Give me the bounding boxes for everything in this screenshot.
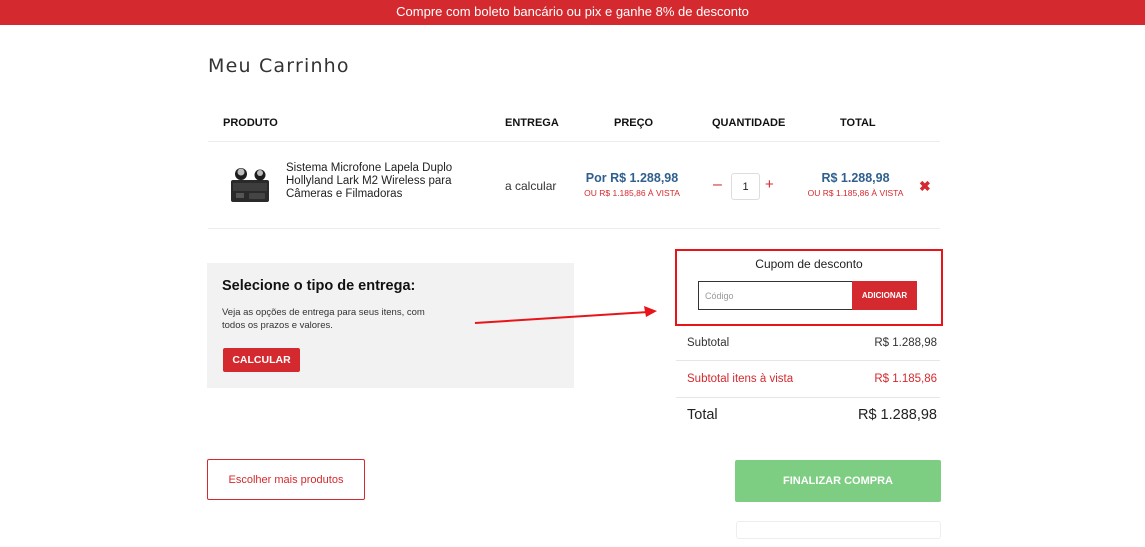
summary-divider (676, 360, 940, 361)
annotation-arrow-icon (474, 306, 657, 324)
line-total: R$ 1.288,98 (821, 171, 890, 185)
continue-shopping-button[interactable]: Escolher mais produtos (207, 459, 365, 500)
header-price: PREÇO (614, 117, 654, 129)
quantity-input[interactable] (731, 173, 760, 200)
header-total: TOTAL (840, 117, 876, 129)
product-image[interactable] (222, 160, 278, 206)
coupon-box: Cupom de desconto ADICIONAR (675, 249, 943, 326)
coupon-code-input[interactable] (698, 281, 853, 310)
shipping-title: Selecione o tipo de entrega: (222, 278, 416, 294)
summary-divider (676, 397, 940, 398)
delivery-value: a calcular (505, 179, 557, 193)
quantity-decrease-button[interactable]: – (713, 176, 722, 194)
page-title: Meu Carrinho (208, 55, 350, 77)
shipping-description: Veja as opções de entrega para seus iten… (222, 307, 425, 331)
header-delivery: ENTREGA (505, 117, 559, 129)
cash-subtotal-value: R$ 1.185,86 (874, 373, 937, 385)
bottom-panel (736, 521, 941, 539)
subtotal-value: R$ 1.288,98 (874, 337, 937, 349)
header-product: PRODUTO (223, 117, 278, 129)
coupon-title: Cupom de desconto (755, 257, 863, 271)
line-total-cash: OU R$ 1.185,86 À VISTA (807, 188, 904, 198)
unit-price: Por R$ 1.288,98 (585, 171, 679, 185)
table-divider (208, 141, 940, 142)
header-quantity: QUANTIDADE (712, 117, 786, 129)
calculate-shipping-button[interactable]: CALCULAR (223, 348, 300, 372)
product-name[interactable]: Sistema Microfone Lapela Duplo Hollyland… (286, 162, 466, 201)
table-divider (208, 228, 940, 229)
quantity-increase-button[interactable]: + (765, 176, 774, 194)
total-value: R$ 1.288,98 (857, 407, 937, 423)
checkout-button[interactable]: FINALIZAR COMPRA (735, 460, 941, 502)
promo-banner: Compre com boleto bancário ou pix e ganh… (0, 0, 1145, 25)
add-coupon-button[interactable]: ADICIONAR (852, 281, 917, 310)
subtotal-label: Subtotal (687, 337, 730, 349)
unit-price-cash: OU R$ 1.185,86 À VISTA (584, 188, 680, 198)
remove-item-icon[interactable]: ✖ (919, 178, 931, 195)
total-label: Total (687, 407, 718, 423)
cash-subtotal-label: Subtotal itens à vista (687, 373, 794, 385)
